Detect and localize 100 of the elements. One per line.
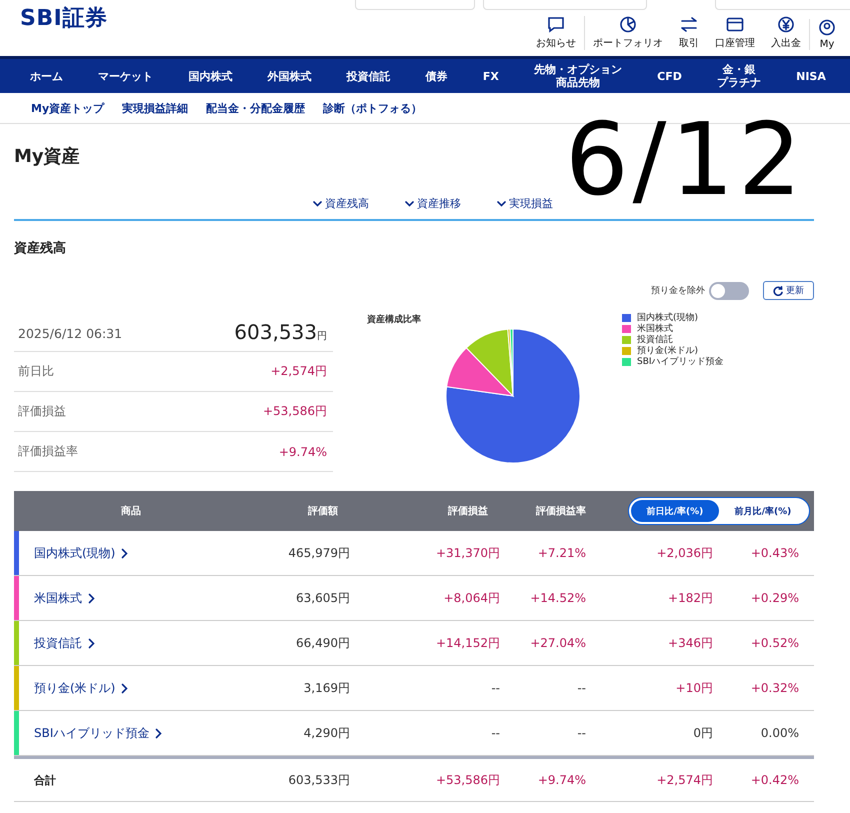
table-cell: +27.04% (530, 636, 586, 650)
table-cell: +9.74% (538, 773, 586, 787)
yen-coin-icon (777, 16, 795, 33)
table-cell: -- (491, 681, 500, 695)
product-link[interactable]: 国内株式(現物) (34, 544, 128, 562)
table-cell: +182円 (668, 590, 713, 604)
arrows-icon (680, 16, 698, 33)
chevron-down-icon (405, 200, 414, 206)
table-cell: 0円 (693, 726, 713, 740)
nav-item[interactable]: ホーム (30, 70, 63, 82)
nav-item[interactable]: 先物・オプション 商品先物 (534, 63, 622, 89)
nav-item[interactable]: 外国株式 (267, 70, 312, 82)
anchor-link[interactable]: 実現損益 (497, 196, 553, 211)
chart-title: 資産構成比率 (367, 313, 422, 326)
header-link[interactable]: 取引 (671, 16, 707, 50)
currency-unit: 円 (317, 331, 327, 342)
table-cell: -- (577, 681, 586, 695)
table-cell: 465,979円 (288, 546, 350, 560)
column-header: 商品 (120, 504, 142, 518)
handwritten-annotation: 6/12 (565, 100, 806, 220)
table-cell: +14,152円 (436, 636, 500, 650)
summary-value: +9.74% (278, 444, 327, 458)
table-cell: +0.29% (750, 591, 799, 605)
header-link[interactable]: 入出金 (763, 16, 809, 50)
chevron-right-icon (155, 728, 162, 738)
table-cell: +2,574円 (656, 772, 713, 786)
nav-item[interactable]: 投資信託 (346, 70, 391, 82)
summary-label: 評価損益率 (18, 443, 78, 460)
table-cell: 0.00% (760, 726, 799, 740)
header-link[interactable]: お知らせ (528, 16, 584, 50)
legend-label: 投資信託 (637, 334, 673, 346)
anchor-link[interactable]: 資産残高 (313, 196, 369, 211)
column-header: 評価損益 (446, 504, 489, 518)
header-link[interactable]: ポートフォリオ (584, 16, 671, 50)
section-title: 資産残高 (14, 240, 67, 257)
subnav-link[interactable]: 実現損益詳細 (122, 100, 188, 116)
toggle-tab[interactable]: 前月比/率(%) (719, 500, 807, 522)
table-cell: 4,290円 (304, 726, 350, 740)
nav-item[interactable]: NISA (796, 70, 826, 82)
table-cell: 66,490円 (296, 636, 350, 650)
table-cell: +0.32% (750, 681, 799, 695)
table-cell: +0.42% (750, 773, 799, 787)
header-link[interactable]: My (809, 19, 844, 50)
nav-item[interactable]: CFD (657, 70, 682, 82)
nav-item[interactable]: 債券 (426, 70, 448, 82)
table-cell: +8,064円 (444, 590, 500, 604)
subnav-link[interactable]: 診断（ポトフォる） (323, 100, 422, 116)
nav-item[interactable]: 金・銀 プラチナ (716, 63, 761, 89)
table-cell: 3,169円 (304, 680, 350, 694)
product-link[interactable]: 投資信託 (34, 634, 95, 652)
table-cell: 603,533円 (288, 772, 350, 786)
chevron-down-icon (313, 200, 322, 206)
summary-value: +2,574円 (270, 363, 327, 380)
page-title: My資産 (14, 145, 81, 168)
pie-chart-icon (619, 16, 637, 33)
nav-item[interactable]: 国内株式 (188, 70, 232, 82)
table-cell: +2,036円 (656, 546, 713, 560)
table-cell: +10円 (676, 680, 713, 694)
card-icon (726, 16, 744, 33)
table-cell: +0.52% (750, 636, 799, 650)
legend-label: 預り金(米ドル) (637, 344, 698, 356)
summary-label: 評価損益 (18, 403, 66, 420)
refresh-button[interactable]: 更新 (763, 281, 814, 300)
column-header: 評価額 (306, 504, 339, 518)
table-cell: -- (577, 726, 586, 740)
column-header: 評価損益率 (534, 504, 586, 518)
table-cell: +0.43% (750, 546, 799, 560)
chevron-right-icon (121, 548, 128, 558)
summary-value: +53,586円 (262, 403, 327, 420)
table-cell: 63,605円 (296, 590, 350, 604)
header-link[interactable]: 口座管理 (707, 16, 763, 50)
anchor-link[interactable]: 資産推移 (405, 196, 461, 211)
table-cell: 合計 (34, 774, 56, 786)
refresh-icon (773, 286, 783, 296)
product-link[interactable]: 預り金(米ドル) (34, 680, 128, 696)
legend-label: 米国株式 (637, 322, 673, 334)
table-cell: +53,586円 (436, 772, 500, 786)
summary-label: 前日比 (18, 363, 54, 380)
chevron-down-icon (497, 200, 506, 206)
subnav-link[interactable]: My資産トップ (31, 100, 104, 116)
product-link[interactable]: SBIハイブリッド預金 (34, 724, 162, 742)
table-cell: +14.52% (530, 591, 586, 605)
chevron-right-icon (88, 638, 95, 648)
timestamp: 2025/6/12 06:31 (18, 326, 122, 341)
chevron-right-icon (88, 592, 95, 604)
legend-label: 国内株式(現物) (637, 312, 698, 324)
logo[interactable]: SBI証券 (20, 3, 108, 33)
toggle-label: 預り金を除外 (651, 284, 705, 297)
product-link[interactable]: 米国株式 (34, 590, 95, 606)
nav-item[interactable]: マーケット (98, 70, 154, 82)
toggle-switch[interactable] (709, 282, 749, 300)
table-cell: +31,370円 (436, 546, 500, 560)
toggle-tab[interactable]: 前日比/率(%) (631, 500, 719, 522)
table-cell: -- (491, 726, 500, 740)
nav-item[interactable]: FX (482, 70, 499, 82)
legend-label: SBIハイブリッド預金 (637, 356, 724, 368)
subnav-link[interactable]: 配当金・分配金履歴 (206, 100, 306, 116)
chevron-right-icon (121, 682, 128, 694)
total-amount: 603,533 (234, 320, 317, 344)
table-cell: +7.21% (538, 546, 586, 560)
